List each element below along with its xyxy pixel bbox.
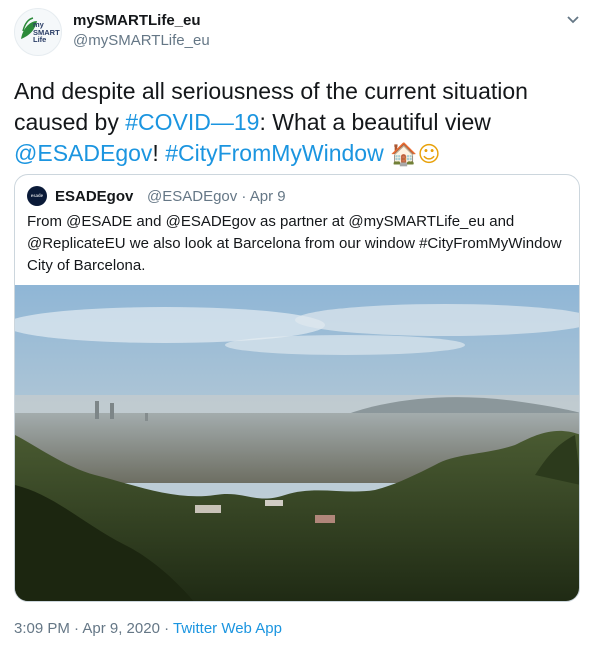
author-name[interactable]: mySMARTLife_eu [73, 12, 201, 29]
tweet-source-link[interactable]: Twitter Web App [173, 620, 282, 637]
quoted-text: From @ESADE and @ESADEgov as partner at … [27, 213, 562, 274]
mention-esadegov-link[interactable]: @ESADEgov [14, 140, 152, 166]
quoted-author-name[interactable]: ESADEgov [55, 188, 133, 205]
tweet-text-part: : What a beautiful view [259, 109, 491, 135]
quoted-tweet[interactable]: esade ESADEgov @ESADEgov · Apr 9 From @E… [14, 174, 580, 602]
quoted-avatar[interactable]: esade [27, 186, 47, 206]
hashtag-covid-link[interactable]: #COVID—​19 [125, 109, 259, 135]
tweet-text-part: ! [152, 140, 166, 166]
quoted-meta: @ESADEgov · Apr 9 [147, 188, 286, 205]
tweet-timestamp[interactable]: 3:09 PM · Apr 9, 2020 · [14, 620, 173, 637]
tweet-text: And despite all seriousness of the curre… [14, 76, 574, 170]
author-handle[interactable]: @mySMARTLife_eu [73, 32, 210, 49]
city-view-photo[interactable] [15, 285, 580, 602]
author-avatar[interactable]: my SMART Life [14, 8, 62, 56]
house-emoji: 🏠 [390, 142, 418, 168]
chevron-down-icon[interactable] [563, 10, 583, 30]
smiling-face-emoji: ☺ [417, 142, 441, 168]
hashtag-cityfrommywindow-link[interactable]: #CityFromMyWindow [165, 140, 384, 166]
avatar-logo-text: my SMART Life [33, 20, 60, 44]
tweet-footer: 3:09 PM · Apr 9, 2020 · Twitter Web App [14, 620, 282, 637]
